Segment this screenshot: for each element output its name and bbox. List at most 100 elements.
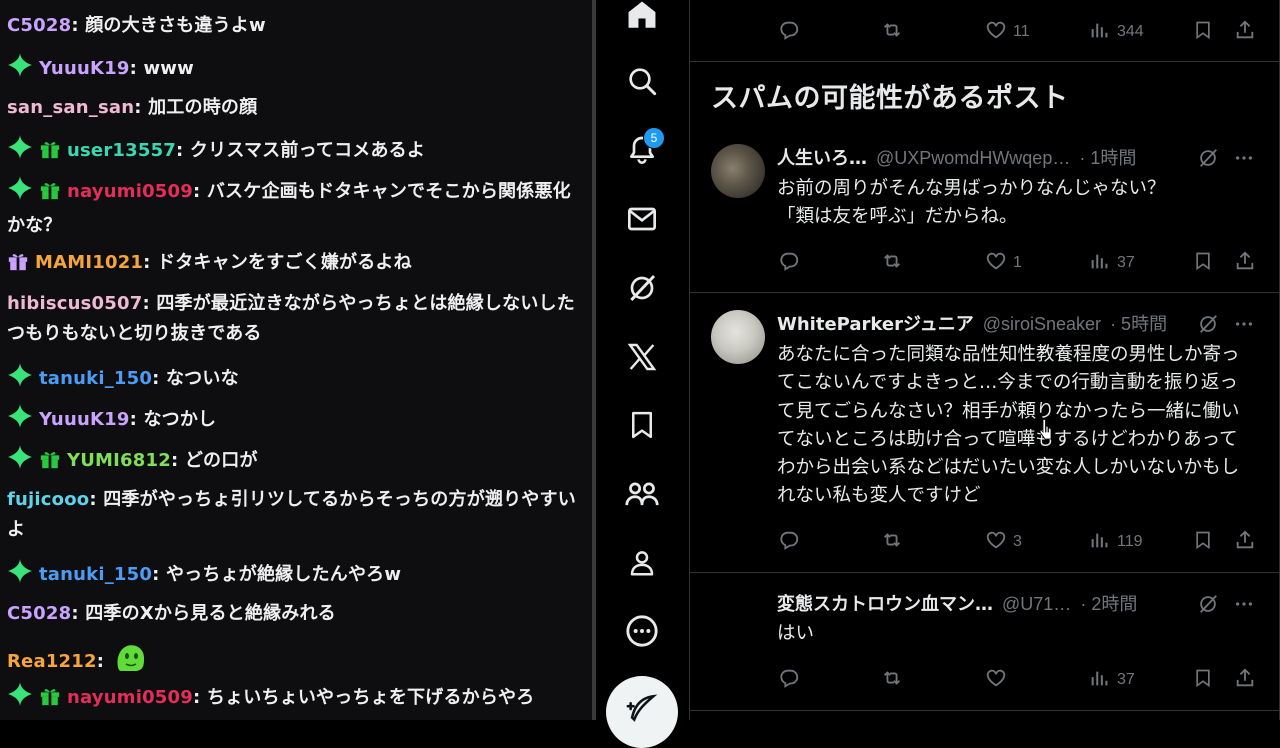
divider [690,292,1279,293]
repost-button[interactable] [880,17,904,47]
bookmark-button[interactable] [1193,665,1213,695]
like-button[interactable]: 3 [985,527,1022,557]
sparkle-badge-icon[interactable] [7,444,33,480]
search-icon[interactable] [622,61,662,101]
views-button[interactable]: 344 [1089,17,1144,47]
messages-icon[interactable] [622,199,662,239]
sparkle-badge-icon[interactable] [7,681,33,717]
repost-button[interactable] [880,665,904,695]
chat-username[interactable]: tanuki_150 [39,564,152,585]
reply-button[interactable] [778,248,800,278]
grok-icon[interactable] [1197,593,1219,615]
mouse-cursor-icon [1039,418,1052,440]
like-icon [985,250,1007,277]
reply-icon [778,19,800,46]
share-button[interactable] [1234,248,1256,278]
views-button[interactable]: 119 [1089,527,1143,557]
chat-username[interactable]: C5028 [7,15,71,36]
gift-badge-icon[interactable] [39,685,61,717]
bookmark-button[interactable] [1193,527,1213,557]
repost-button[interactable] [880,248,904,278]
avatar[interactable] [711,310,765,364]
reply-icon [778,529,800,556]
count: 119 [1117,533,1143,550]
chat-username[interactable]: fujicooo [7,489,89,510]
chat-username[interactable]: YuuuK19 [39,409,130,430]
sparkle-badge-icon[interactable] [7,175,33,211]
handle[interactable]: @U71… [1002,594,1071,614]
green-blob-emote-icon[interactable] [113,640,149,686]
reply-button[interactable] [778,17,800,47]
handle[interactable]: @UXPwomdHWwqep… [876,148,1070,168]
repost-icon [880,667,904,694]
handle[interactable]: @siroiSneaker [983,314,1101,334]
chat-message: Rea1212: [7,640,582,686]
sparkle-badge-icon[interactable] [7,362,33,398]
chat-username[interactable]: YuuuK19 [39,58,130,79]
more-options-icon[interactable] [1233,147,1255,169]
chat-username[interactable]: Rea1212 [7,651,97,672]
display-name[interactable]: 変態スカトロウン血マン… [777,594,993,615]
chat-username[interactable]: hibiscus0507 [7,293,142,314]
chat-message: user13557: クリスマス前ってコメあるよ [7,134,582,170]
chat-message-text: なつかし [143,409,217,430]
chat-username[interactable]: YUMI6812 [67,450,171,471]
x-logo-icon[interactable] [622,337,662,377]
chat-username[interactable]: C5028 [7,603,71,624]
avatar[interactable] [711,144,765,198]
post-header-actions [1197,310,1255,338]
chat-username[interactable]: nayumi0509 [67,181,193,202]
sparkle-badge-icon[interactable] [7,558,33,594]
grok-icon[interactable] [1197,147,1219,169]
post-header: 人生いろ… @UXPwomdHWwqep… · 1時間 [777,144,1267,172]
grok-icon[interactable] [622,268,662,308]
like-button[interactable]: 1 [985,248,1022,278]
sparkle-badge-icon[interactable] [7,134,33,170]
chat-colon: : [176,140,190,161]
more-options-icon[interactable] [1233,313,1255,335]
grok-icon[interactable] [1197,313,1219,335]
sparkle-badge-icon[interactable] [7,52,33,88]
reply-button[interactable] [778,665,800,695]
share-button[interactable] [1234,17,1256,47]
more-icon[interactable] [622,611,662,651]
chat-username[interactable]: san_san_san [7,97,134,118]
compose-post-button[interactable] [606,676,678,748]
like-icon [985,667,1007,694]
home-icon[interactable] [622,0,662,35]
gift-badge-icon[interactable] [39,448,61,480]
bookmark-button[interactable] [1193,248,1213,278]
post-header: 変態スカトロウン血マン… @U71… · 2時間 [777,590,1267,618]
gift-badge-icon[interactable] [39,179,61,211]
chat-username[interactable]: nayumi0509 [67,687,193,708]
bookmark-button[interactable] [1193,17,1213,47]
bookmarks-icon[interactable] [622,405,662,445]
profile-icon[interactable] [622,543,662,583]
chat-colon: : [192,181,207,202]
gift-badge-icon[interactable] [39,138,61,170]
divider [690,710,1279,711]
share-button[interactable] [1234,665,1256,695]
sparkle-badge-icon[interactable] [7,403,33,439]
timestamp[interactable]: · 5時間 [1110,314,1167,334]
timestamp[interactable]: · 1時間 [1079,148,1136,168]
like-button[interactable] [985,665,1013,695]
reply-button[interactable] [778,527,800,557]
like-button[interactable]: 11 [985,17,1030,47]
communities-icon[interactable] [622,474,662,514]
chat-colon: : [142,293,157,314]
display-name[interactable]: 人生いろ… [777,148,867,169]
share-button[interactable] [1234,527,1256,557]
chat-username[interactable]: MAMI1021 [35,252,143,273]
views-icon [1089,19,1111,46]
views-button[interactable]: 37 [1089,248,1135,278]
chat-username[interactable]: tanuki_150 [39,368,152,389]
repost-button[interactable] [880,527,904,557]
timestamp[interactable]: · 2時間 [1080,594,1137,614]
more-options-icon[interactable] [1233,593,1255,615]
display-name[interactable]: WhiteParkerジュニア [777,314,974,335]
gift-badge-icon[interactable] [7,250,29,282]
chat-username[interactable]: user13557 [67,140,176,161]
views-button[interactable]: 37 [1089,665,1135,695]
like-icon [985,19,1007,46]
